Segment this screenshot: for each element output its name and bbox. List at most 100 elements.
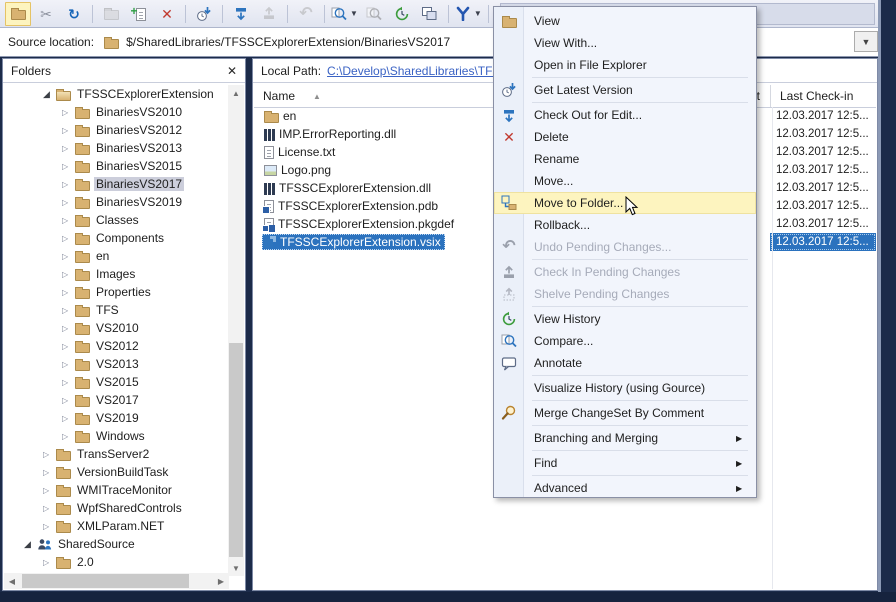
collapsed-arrow-icon[interactable]: ▷ (43, 522, 56, 531)
menu-item-merge-changeset-by-comment[interactable]: Merge ChangeSet By Comment (494, 402, 756, 424)
collapsed-arrow-icon[interactable]: ▷ (62, 234, 75, 243)
tree-item-binariesvs2013[interactable]: ▷BinariesVS2013 (4, 139, 229, 157)
collapsed-arrow-icon[interactable]: ▷ (43, 486, 56, 495)
menu-item-compare[interactable]: Compare... (494, 330, 756, 352)
branch-button[interactable]: ▼ (454, 2, 483, 26)
column-header-last-checkin[interactable]: Last Check-in (770, 85, 876, 107)
collapsed-arrow-icon[interactable]: ▷ (62, 216, 75, 225)
tree-item-xmlparam-net[interactable]: ▷XMLParam.NET (4, 517, 229, 535)
collapsed-arrow-icon[interactable]: ▷ (62, 396, 75, 405)
tree-item-wmitracemonitor[interactable]: ▷WMITraceMonitor (4, 481, 229, 499)
collapsed-arrow-icon[interactable]: ▷ (62, 180, 75, 189)
collapsed-arrow-icon[interactable]: ▷ (62, 108, 75, 117)
menu-item-annotate[interactable]: Annotate (494, 352, 756, 374)
tree-item-vs2013[interactable]: ▷VS2013 (4, 355, 229, 373)
menu-item-check-out-for-edit[interactable]: Check Out for Edit... (494, 104, 756, 126)
collapsed-arrow-icon[interactable]: ▷ (62, 342, 75, 351)
collapsed-arrow-icon[interactable]: ▷ (62, 414, 75, 423)
menu-item-open-in-file-explorer[interactable]: Open in File Explorer (494, 54, 756, 76)
tree-item-components[interactable]: ▷Components (4, 229, 229, 247)
collapsed-arrow-icon[interactable]: ▷ (43, 450, 56, 459)
menu-item-move[interactable]: Move... (494, 170, 756, 192)
tree-item-properties[interactable]: ▷Properties (4, 283, 229, 301)
tree-item-vs2012[interactable]: ▷VS2012 (4, 337, 229, 355)
tree-horizontal-scrollbar[interactable]: ◀ ▶ (4, 573, 229, 589)
tree-item-binariesvs2010[interactable]: ▷BinariesVS2010 (4, 103, 229, 121)
tree-item-vs2017[interactable]: ▷VS2017 (4, 391, 229, 409)
add-items-button[interactable]: + (126, 2, 152, 26)
tree-item-transserver2[interactable]: ▷TransServer2 (4, 445, 229, 463)
scroll-down-icon[interactable]: ▼ (228, 560, 244, 576)
menu-item-get-latest-version[interactable]: Get Latest Version (494, 79, 756, 101)
menu-item-check-in-pending-changes[interactable]: Check In Pending Changes (494, 261, 756, 283)
collapsed-arrow-icon[interactable]: ▷ (62, 306, 75, 315)
menu-item-branching-and-merging[interactable]: Branching and Merging▶ (494, 427, 756, 449)
open-source-folder-button[interactable] (5, 2, 31, 26)
compare-button[interactable]: ▼ (330, 2, 359, 26)
tree-item-images[interactable]: ▷Images (4, 265, 229, 283)
tree-item-binariesvs2015[interactable]: ▷BinariesVS2015 (4, 157, 229, 175)
tree-item-vs2019[interactable]: ▷VS2019 (4, 409, 229, 427)
tree-item-sharedsource[interactable]: ◢SharedSource (4, 535, 229, 553)
source-location-dropdown-button[interactable]: ▼ (854, 31, 878, 52)
tree-item-classes[interactable]: ▷Classes (4, 211, 229, 229)
menu-item-view-history[interactable]: View History (494, 308, 756, 330)
tree-item-binariesvs2019[interactable]: ▷BinariesVS2019 (4, 193, 229, 211)
tree-item-tfsscexplorerextension[interactable]: ◢TFSSCExplorerExtension (4, 85, 229, 103)
menu-item-view[interactable]: View (494, 10, 756, 32)
tree-item-2-0[interactable]: ▷2.0 (4, 553, 229, 571)
tree-item-windows[interactable]: ▷Windows (4, 427, 229, 445)
collapsed-arrow-icon[interactable]: ▷ (62, 144, 75, 153)
menu-item-shelve-pending-changes[interactable]: Shelve Pending Changes (494, 283, 756, 305)
collapsed-arrow-icon[interactable]: ▷ (62, 252, 75, 261)
tree-item-vs2015[interactable]: ▷VS2015 (4, 373, 229, 391)
check-in-button[interactable] (256, 2, 282, 26)
tree-item-versionbuildtask[interactable]: ▷VersionBuildTask (4, 463, 229, 481)
menu-item-view-with[interactable]: View With... (494, 32, 756, 54)
tree-item-binariesvs2017[interactable]: ▷BinariesVS2017 (4, 175, 229, 193)
menu-item-advanced[interactable]: Advanced▶ (494, 477, 756, 499)
menu-item-rollback[interactable]: Rollback... (494, 214, 756, 236)
tree-item-binariesvs2012[interactable]: ▷BinariesVS2012 (4, 121, 229, 139)
changeset-button[interactable] (417, 2, 443, 26)
undo-button[interactable]: ↶ (293, 2, 319, 26)
collapsed-arrow-icon[interactable]: ▷ (62, 288, 75, 297)
unbind-button[interactable]: ✂ (33, 2, 59, 26)
scroll-left-icon[interactable]: ◀ (4, 573, 20, 589)
tree-item-en[interactable]: ▷en (4, 247, 229, 265)
menu-item-undo-pending-changes[interactable]: ↶Undo Pending Changes... (494, 236, 756, 258)
close-icon[interactable]: ✕ (227, 65, 237, 77)
tree-item-wpfsharedcontrols[interactable]: ▷WpfSharedControls (4, 499, 229, 517)
menu-item-find[interactable]: Find▶ (494, 452, 756, 474)
collapsed-arrow-icon[interactable]: ▷ (62, 126, 75, 135)
expanded-arrow-icon[interactable]: ◢ (43, 89, 56, 100)
menu-item-delete[interactable]: ✕Delete (494, 126, 756, 148)
tree-item-tfs[interactable]: ▷TFS (4, 301, 229, 319)
scroll-up-icon[interactable]: ▲ (228, 85, 244, 101)
compare-alt-button[interactable] (361, 2, 387, 26)
tree-item-vs2010[interactable]: ▷VS2010 (4, 319, 229, 337)
collapsed-arrow-icon[interactable]: ▷ (43, 504, 56, 513)
new-folder-button[interactable] (98, 2, 124, 26)
menu-item-visualize-history-using-gource[interactable]: Visualize History (using Gource) (494, 377, 756, 399)
collapsed-arrow-icon[interactable]: ▷ (62, 378, 75, 387)
scrollbar-thumb[interactable] (229, 343, 243, 557)
local-path-link[interactable]: C:\Develop\SharedLibraries\TFS (327, 64, 500, 78)
collapsed-arrow-icon[interactable]: ▷ (43, 558, 56, 567)
history-button[interactable] (389, 2, 415, 26)
check-out-button[interactable] (228, 2, 254, 26)
collapsed-arrow-icon[interactable]: ▷ (62, 432, 75, 441)
scrollbar-thumb[interactable] (22, 574, 189, 588)
get-latest-button[interactable] (191, 2, 217, 26)
collapsed-arrow-icon[interactable]: ▷ (62, 360, 75, 369)
collapsed-arrow-icon[interactable]: ▷ (62, 324, 75, 333)
tree-vertical-scrollbar[interactable]: ▲ ▼ (228, 85, 244, 576)
collapsed-arrow-icon[interactable]: ▷ (62, 270, 75, 279)
expanded-arrow-icon[interactable]: ◢ (24, 539, 37, 550)
collapsed-arrow-icon[interactable]: ▷ (62, 198, 75, 207)
collapsed-arrow-icon[interactable]: ▷ (62, 162, 75, 171)
delete-button[interactable]: ✕ (154, 2, 180, 26)
refresh-button[interactable]: ↻ (61, 2, 87, 26)
menu-item-rename[interactable]: Rename (494, 148, 756, 170)
collapsed-arrow-icon[interactable]: ▷ (43, 468, 56, 477)
